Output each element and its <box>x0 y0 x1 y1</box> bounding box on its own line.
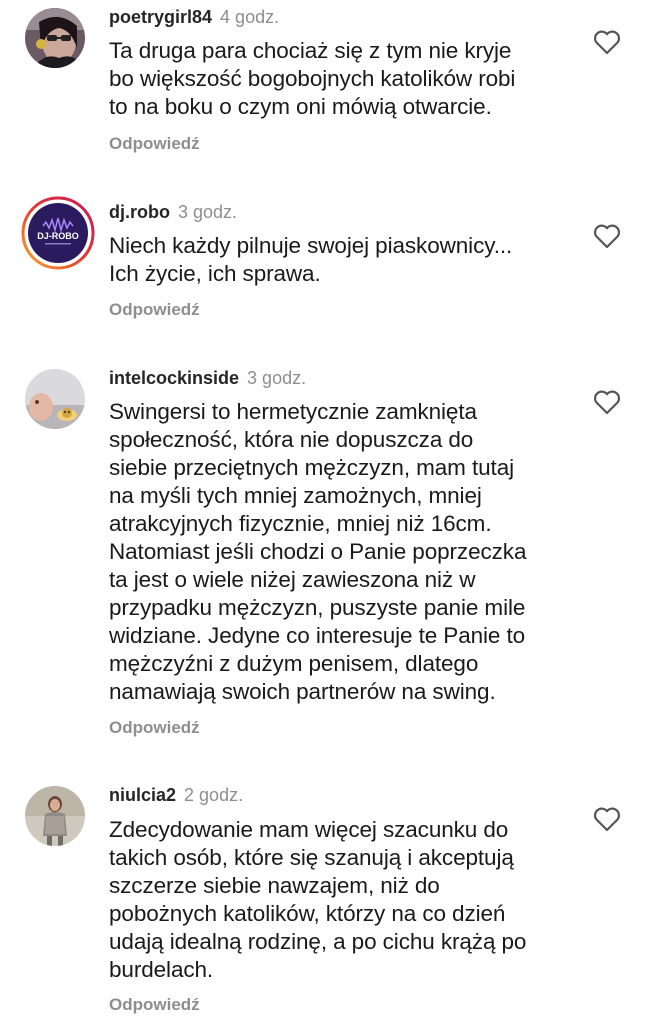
dj-logo-icon: DJ-ROBO <box>21 196 95 270</box>
heart-icon <box>593 30 621 55</box>
reply-button[interactable]: Odpowiedź <box>109 995 200 1015</box>
like-button[interactable] <box>593 223 621 249</box>
comment-meta: intelcockinside 3 godz. <box>109 367 306 389</box>
heart-icon <box>593 224 621 249</box>
comment-text: Ta druga para chociaż się z tym nie kryj… <box>109 38 516 119</box>
reply-button[interactable]: Odpowiedź <box>109 718 200 738</box>
avatar[interactable] <box>25 8 85 68</box>
avatar[interactable]: DJ-ROBO <box>21 196 95 270</box>
dj-logo-text: DJ-ROBO <box>37 231 79 241</box>
username[interactable]: intelcockinside <box>109 368 239 388</box>
reply-button[interactable]: Odpowiedź <box>109 300 200 320</box>
comment-meta: niulcia2 2 godz. <box>109 784 243 806</box>
avatar[interactable] <box>25 369 85 429</box>
username[interactable]: niulcia2 <box>109 785 176 805</box>
user-photo-icon <box>25 8 85 68</box>
timestamp: 2 godz. <box>184 785 244 805</box>
comment-text: Swingersi to hermetycznie zamknięta społ… <box>109 399 527 704</box>
username[interactable]: dj.robo <box>109 202 170 222</box>
like-button[interactable] <box>593 806 621 832</box>
comment-meta: poetrygirl84 4 godz. <box>109 6 279 28</box>
like-button[interactable] <box>593 389 621 415</box>
comment-text: Zdecydowanie mam więcej szacunku do taki… <box>109 817 527 982</box>
comment-meta: dj.robo 3 godz. <box>109 201 237 223</box>
heart-icon <box>593 807 621 832</box>
timestamp: 3 godz. <box>178 202 238 222</box>
user-photo-icon <box>25 369 85 429</box>
timestamp: 3 godz. <box>247 368 307 388</box>
like-button[interactable] <box>593 29 621 55</box>
timestamp: 4 godz. <box>220 7 280 27</box>
user-photo-icon <box>25 786 85 846</box>
reply-button[interactable]: Odpowiedź <box>109 134 200 154</box>
comment-text: Niech każdy pilnuje swojej piaskownicy..… <box>109 233 513 286</box>
heart-icon <box>593 390 621 415</box>
avatar[interactable] <box>25 786 85 846</box>
username[interactable]: poetrygirl84 <box>109 7 212 27</box>
